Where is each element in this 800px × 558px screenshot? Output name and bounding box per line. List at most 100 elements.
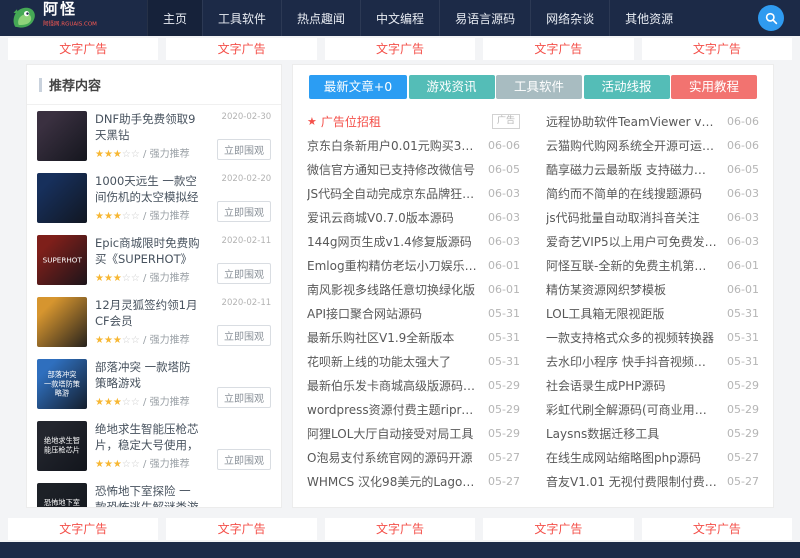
article-row[interactable]: 简约而不简单的在线搜题源码 06-03 [546, 181, 759, 205]
recommend-item[interactable]: DNF助手免费领取9天黑钻 ★★★☆☆ / 强力推荐 2020-02-30 立即围观 [27, 105, 281, 167]
article-row[interactable]: 去水印小程序 快手抖音视频搬运工上热门... 05-31 [546, 349, 759, 373]
article-title[interactable]: 社会语录生成PHP源码 [546, 377, 717, 394]
article-row[interactable]: 144g网页生成v1.4修复版源码 06-03 [307, 229, 520, 253]
nav-item-3[interactable]: 热点趣闻 [281, 0, 360, 36]
article-title[interactable]: 在线生成网站缩略图php源码 [546, 449, 717, 466]
article-row[interactable]: 音友V1.01 无视付费限制付费音乐无损免... 05-27 [546, 469, 759, 493]
article-title[interactable]: wordpress资源付费主题ripro6.7含美化包... [307, 401, 478, 418]
tab-4[interactable]: 活动线报 [583, 75, 670, 99]
recommend-item[interactable]: SUPERHOTEpic商城限时免费购买《SUPERHOT》游戏★★★☆☆ / … [27, 229, 281, 291]
article-title[interactable]: O泡易支付系统官网的源码开源 [307, 449, 478, 466]
article-title[interactable]: 微信官方通知已支持修改微信号 [307, 161, 478, 178]
article-title[interactable]: 一款支持格式众多的视频转换器 [546, 329, 717, 346]
article-title[interactable]: js代码批量自动取消抖音关注 [546, 209, 717, 226]
text-ad-link[interactable]: 文字广告 [641, 38, 793, 60]
article-row[interactable]: 花呗新上线的功能太强大了 05-31 [307, 349, 520, 373]
article-title[interactable]: 远程协助软件TeamViewer v11 单文件版 [546, 113, 717, 130]
article-row[interactable]: 最新伯乐发卡商城高级版源码 无后门 05-29 [307, 373, 520, 397]
article-row[interactable]: 爱奇艺VIP5以上用户可免费发爱奇艺VIP红包 06-03 [546, 229, 759, 253]
nav-item-4[interactable]: 中文编程 [360, 0, 439, 36]
article-row[interactable]: 远程协助软件TeamViewer v11 单文件版 06-06 [546, 109, 759, 133]
article-row[interactable]: 一款支持格式众多的视频转换器 05-31 [546, 325, 759, 349]
article-row[interactable]: 最新乐购社区V1.9全新版本 05-31 [307, 325, 520, 349]
tab-1[interactable]: 最新文章+0 [309, 75, 407, 99]
article-title[interactable]: WHMCS 汉化98美元的Lagom模板开源 [307, 473, 478, 490]
recommend-item[interactable]: 恐怖地下室探险 恐怖地下室探险 一款恐怖逃生解谜类游戏★★★☆☆ / 强力推荐立即… [27, 477, 281, 507]
tab-2[interactable]: 游戏资讯 [408, 75, 495, 99]
text-ad-link[interactable]: 文字广告 [483, 38, 634, 60]
article-row[interactable]: Laysns数据迁移工具 05-29 [546, 421, 759, 445]
recommend-item[interactable]: 1000天远生 一款空间伤机的太空模拟经营游戏★★★☆☆ / 强力推荐2020-… [27, 167, 281, 229]
text-ad-link[interactable]: 文字广告 [324, 38, 476, 60]
article-title[interactable]: 音友V1.01 无视付费限制付费音乐无损免... [546, 473, 717, 490]
view-now-button[interactable]: 立即围观 [217, 387, 271, 408]
nav-item-5[interactable]: 易语言源码 [439, 0, 530, 36]
article-title[interactable]: 最新伯乐发卡商城高级版源码 无后门 [307, 377, 478, 394]
article-title[interactable]: 云猫购代购网系统全开源可运营程序搭建 [546, 137, 717, 154]
article-title[interactable]: 彩虹代刷全解源码(可商业用途 防黑) [546, 401, 717, 418]
article-row[interactable]: 爱讯云商城V0.7.0版本源码 06-03 [307, 205, 520, 229]
text-ad-link[interactable]: 文字广告 [8, 38, 159, 60]
article-row[interactable]: Emlog重构精仿老坛小刀娱乐网HFoldao模... 06-01 [307, 253, 520, 277]
nav-item-2[interactable]: 工具软件 [202, 0, 281, 36]
tab-3[interactable]: 工具软件 [496, 75, 582, 99]
recommend-item[interactable]: 12月灵狐签约领1月CF会员 ★★★☆☆ / 强力推荐 2020-02-11 立即围观 [27, 291, 281, 353]
article-title[interactable]: JS代码全自动完成京东品牌狂欢城活动任务 [307, 185, 478, 202]
article-title[interactable]: 爱奇艺VIP5以上用户可免费发爱奇艺VIP红包 [546, 233, 717, 250]
article-row[interactable]: JS代码全自动完成京东品牌狂欢城活动任务 06-03 [307, 181, 520, 205]
article-row[interactable]: 阿怪互联-全新的免费主机第一批正式开启 06-01 [546, 253, 759, 277]
article-title[interactable]: 京东白条新用户0.01元购买3个月爱奇艺会员 [307, 137, 478, 154]
nav-item-7[interactable]: 其他资源 [609, 0, 688, 36]
article-row[interactable]: js代码批量自动取消抖音关注 06-03 [546, 205, 759, 229]
article-row[interactable]: LOL工具箱无限视距版 05-31 [546, 301, 759, 325]
article-title[interactable]: 144g网页生成v1.4修复版源码 [307, 233, 478, 250]
view-now-button[interactable]: 立即围观 [217, 449, 271, 470]
article-row[interactable]: 阿狸LOL大厅自动接受对局工具 05-29 [307, 421, 520, 445]
article-row[interactable]: wordpress资源付费主题ripro6.7含美化包... 05-29 [307, 397, 520, 421]
article-title[interactable]: LOL工具箱无限视距版 [546, 305, 717, 322]
article-row[interactable]: 云猫购代购网系统全开源可运营程序搭建 06-06 [546, 133, 759, 157]
article-title[interactable]: Emlog重构精仿老坛小刀娱乐网HFoldao模... [307, 257, 478, 274]
article-title[interactable]: 花呗新上线的功能太强大了 [307, 353, 478, 370]
article-title[interactable]: 阿怪互联-全新的免费主机第一批正式开启 [546, 257, 717, 274]
article-row[interactable]: O泡易支付系统官网的源码开源 05-27 [307, 445, 520, 469]
text-ad-link[interactable]: 文字广告 [166, 518, 317, 540]
ad-slot-row[interactable]: ★ 广告位招租 广告 [307, 109, 520, 133]
article-row[interactable]: 酷享磁力云最新版 支持磁力搜索下载和一... 06-05 [546, 157, 759, 181]
site-logo[interactable]: 阿怪 阿怪网.RGUAIS.COM [10, 2, 141, 34]
article-row[interactable]: 京东白条新用户0.01元购买3个月爱奇艺会员 06-06 [307, 133, 520, 157]
article-title[interactable]: 酷享磁力云最新版 支持磁力搜索下载和一... [546, 161, 717, 178]
article-row[interactable]: 社会语录生成PHP源码 05-29 [546, 373, 759, 397]
text-ad-link[interactable]: 文字广告 [641, 518, 793, 540]
article-row[interactable]: 精仿某资源网织梦模板 06-01 [546, 277, 759, 301]
text-ad-link[interactable]: 文字广告 [483, 518, 634, 540]
view-now-button[interactable]: 立即围观 [217, 325, 271, 346]
article-title[interactable]: 阿狸LOL大厅自动接受对局工具 [307, 425, 478, 442]
text-ad-link[interactable]: 文字广告 [166, 38, 317, 60]
view-now-button[interactable]: 立即围观 [217, 201, 271, 222]
article-row[interactable]: 在线生成网站缩略图php源码 05-27 [546, 445, 759, 469]
nav-item-1[interactable]: 主页 [147, 0, 203, 36]
article-title[interactable]: Laysns数据迁移工具 [546, 425, 717, 442]
search-button[interactable] [758, 5, 784, 31]
text-ad-link[interactable]: 文字广告 [8, 518, 159, 540]
recommend-item[interactable]: 绝地求生智能压枪芯片绝地求生智能压枪芯片，稳定大号使用，永久免费★★★☆☆ / … [27, 415, 281, 477]
view-now-button[interactable]: 立即围观 [217, 263, 271, 284]
text-ad-link[interactable]: 文字广告 [324, 518, 476, 540]
article-title[interactable]: 简约而不简单的在线搜题源码 [546, 185, 717, 202]
view-now-button[interactable]: 立即围观 [217, 139, 271, 160]
nav-item-6[interactable]: 网络杂谈 [530, 0, 609, 36]
recommend-item[interactable]: 部落冲突 一款塔防策略游 部落冲突 一款塔防策略游戏 ★★★☆☆ / 强力推荐 立即围… [27, 353, 281, 415]
article-row[interactable]: API接口聚合网站源码 05-31 [307, 301, 520, 325]
article-title[interactable]: 最新乐购社区V1.9全新版本 [307, 329, 478, 346]
article-title[interactable]: 南风影视多线路任意切换绿化版 [307, 281, 478, 298]
article-row[interactable]: 微信官方通知已支持修改微信号 06-05 [307, 157, 520, 181]
article-title[interactable]: 爱讯云商城V0.7.0版本源码 [307, 209, 478, 226]
article-title[interactable]: API接口聚合网站源码 [307, 305, 478, 322]
article-title[interactable]: 去水印小程序 快手抖音视频搬运工上热门... [546, 353, 717, 370]
tab-5[interactable]: 实用教程 [671, 75, 757, 99]
article-row[interactable]: WHMCS 汉化98美元的Lagom模板开源 05-27 [307, 469, 520, 493]
article-row[interactable]: 彩虹代刷全解源码(可商业用途 防黑) 05-29 [546, 397, 759, 421]
article-title[interactable]: 精仿某资源网织梦模板 [546, 281, 717, 298]
article-row[interactable]: 南风影视多线路任意切换绿化版 06-01 [307, 277, 520, 301]
